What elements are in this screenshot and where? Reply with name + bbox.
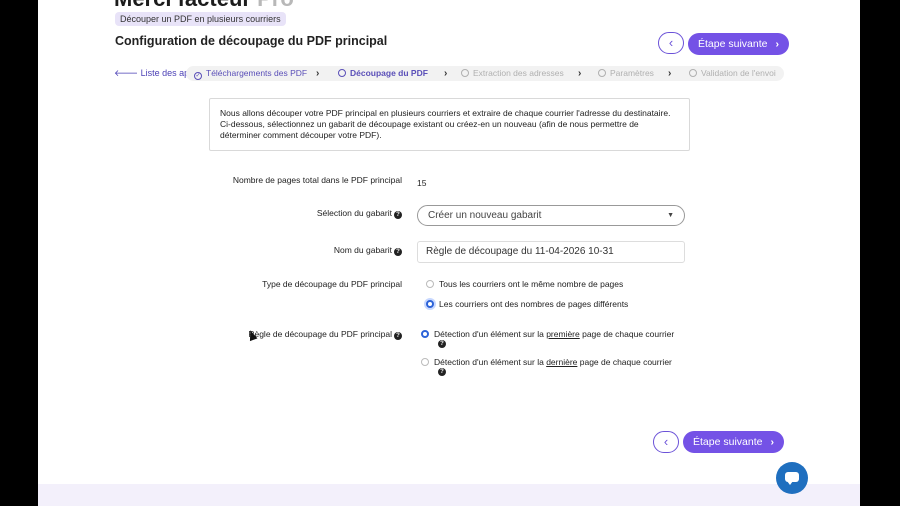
app-title: Merci facteur Pro bbox=[114, 0, 294, 12]
radio-label-emph: dernière bbox=[546, 357, 578, 367]
step-validation[interactable]: Validation de l'envoi bbox=[689, 66, 776, 81]
split-rule-option-last[interactable]: Détection d'un élément sur la dernière p… bbox=[421, 357, 672, 367]
template-select-value: Créer un nouveau gabarit bbox=[428, 210, 542, 221]
page-title: Configuration de découpage du PDF princi… bbox=[115, 34, 388, 48]
step-label: Téléchargements des PDF bbox=[206, 68, 308, 78]
chat-bubble-tail bbox=[787, 481, 793, 485]
radio-label: Tous les courriers ont le même nombre de… bbox=[439, 279, 624, 289]
template-label-text: Sélection du gabarit bbox=[316, 208, 392, 218]
split-type-option-same[interactable]: Tous les courriers ont le même nombre de… bbox=[426, 279, 623, 289]
chevron-left-icon: ‹ bbox=[668, 35, 674, 50]
radio-label-emph: première bbox=[546, 329, 580, 339]
arrow-left-icon: 🡐 bbox=[114, 68, 139, 78]
next-step-label: Étape suivante bbox=[693, 436, 763, 448]
app-version: Pro bbox=[257, 0, 294, 11]
radio-checked-icon[interactable] bbox=[421, 330, 429, 338]
split-rule-option-first[interactable]: Détection d'un élément sur la première p… bbox=[421, 329, 674, 339]
help-icon[interactable]: ? bbox=[438, 340, 446, 348]
radio-checked-icon[interactable] bbox=[426, 300, 434, 308]
step-settings[interactable]: Paramètres bbox=[598, 66, 654, 81]
previous-step-button[interactable]: ‹ bbox=[658, 32, 684, 54]
template-name-input[interactable]: Règle de découpage du 11-04-2026 10-31 bbox=[417, 241, 685, 263]
help-icon[interactable]: ? bbox=[438, 368, 446, 376]
next-step-button-bottom[interactable]: Étape suivante › bbox=[683, 431, 784, 453]
radio-unchecked-icon[interactable] bbox=[421, 358, 429, 366]
step-label: Extraction des adresses bbox=[473, 68, 564, 78]
app-page: Merci facteur Pro Découper un PDF en plu… bbox=[38, 0, 860, 506]
help-icon[interactable]: ? bbox=[394, 248, 402, 256]
circle-icon bbox=[598, 69, 606, 77]
radio-label-prefix: Détection d'un élément sur la bbox=[434, 357, 547, 367]
info-box: Nous allons découper votre PDF principal… bbox=[209, 98, 690, 151]
template-label: Sélection du gabarit? bbox=[317, 208, 402, 219]
chevron-left-icon: ‹ bbox=[663, 434, 669, 449]
step-split[interactable]: Découpage du PDF bbox=[338, 66, 428, 81]
split-rule-label-text: Règle de découpage du PDF principal bbox=[248, 329, 392, 339]
chevron-right-icon: › bbox=[316, 68, 320, 79]
step-extraction[interactable]: Extraction des adresses bbox=[461, 66, 564, 81]
chevron-right-icon: › bbox=[770, 436, 774, 448]
radio-label-suffix: page de chaque courrier bbox=[579, 329, 675, 339]
split-type-option-different[interactable]: Les courriers ont des nombres de pages d… bbox=[426, 299, 628, 309]
step-label: Validation de l'envoi bbox=[701, 68, 776, 78]
radio-unchecked-icon[interactable] bbox=[426, 280, 434, 288]
split-rule-label: Règle de découpage du PDF principal? bbox=[248, 329, 402, 340]
radio-label-suffix: page de chaque courrier bbox=[577, 357, 672, 367]
template-name-label-text: Nom du gabarit bbox=[333, 245, 392, 255]
next-step-label: Étape suivante bbox=[698, 38, 768, 50]
step-label: Paramètres bbox=[610, 68, 654, 78]
next-step-button[interactable]: Étape suivante › bbox=[688, 33, 789, 55]
circle-icon bbox=[461, 69, 469, 77]
total-pages-value: 15 bbox=[417, 178, 427, 188]
app-chip: Découper un PDF en plusieurs courriers bbox=[115, 12, 286, 26]
check-circle-icon: ✓ bbox=[194, 72, 202, 80]
step-uploads[interactable]: ✓ Téléchargements des PDF bbox=[194, 66, 307, 81]
circle-icon bbox=[689, 69, 697, 77]
chevron-right-icon: › bbox=[668, 68, 672, 79]
template-name-label: Nom du gabarit? bbox=[334, 245, 402, 256]
step-label: Découpage du PDF bbox=[350, 68, 428, 78]
footer-band bbox=[38, 484, 860, 506]
caret-down-icon: ▼ bbox=[667, 212, 674, 219]
radio-label-prefix: Détection d'un élément sur la bbox=[434, 329, 547, 339]
circle-icon bbox=[338, 69, 346, 77]
help-icon[interactable]: ? bbox=[394, 211, 402, 219]
help-icon[interactable]: ? bbox=[394, 332, 402, 340]
stepper: ✓ Téléchargements des PDF › Découpage du … bbox=[186, 66, 784, 81]
radio-label: Les courriers ont des nombres de pages d… bbox=[439, 299, 629, 309]
split-type-label: Type de découpage du PDF principal bbox=[262, 279, 402, 289]
chevron-right-icon: › bbox=[444, 68, 448, 79]
previous-step-button-bottom[interactable]: ‹ bbox=[653, 431, 679, 453]
total-pages-label: Nombre de pages total dans le PDF princi… bbox=[232, 175, 402, 185]
template-select[interactable]: Créer un nouveau gabarit ▼ bbox=[417, 205, 685, 226]
chevron-right-icon: › bbox=[775, 38, 779, 50]
chat-button[interactable] bbox=[776, 462, 808, 494]
chevron-right-icon: › bbox=[578, 68, 582, 79]
